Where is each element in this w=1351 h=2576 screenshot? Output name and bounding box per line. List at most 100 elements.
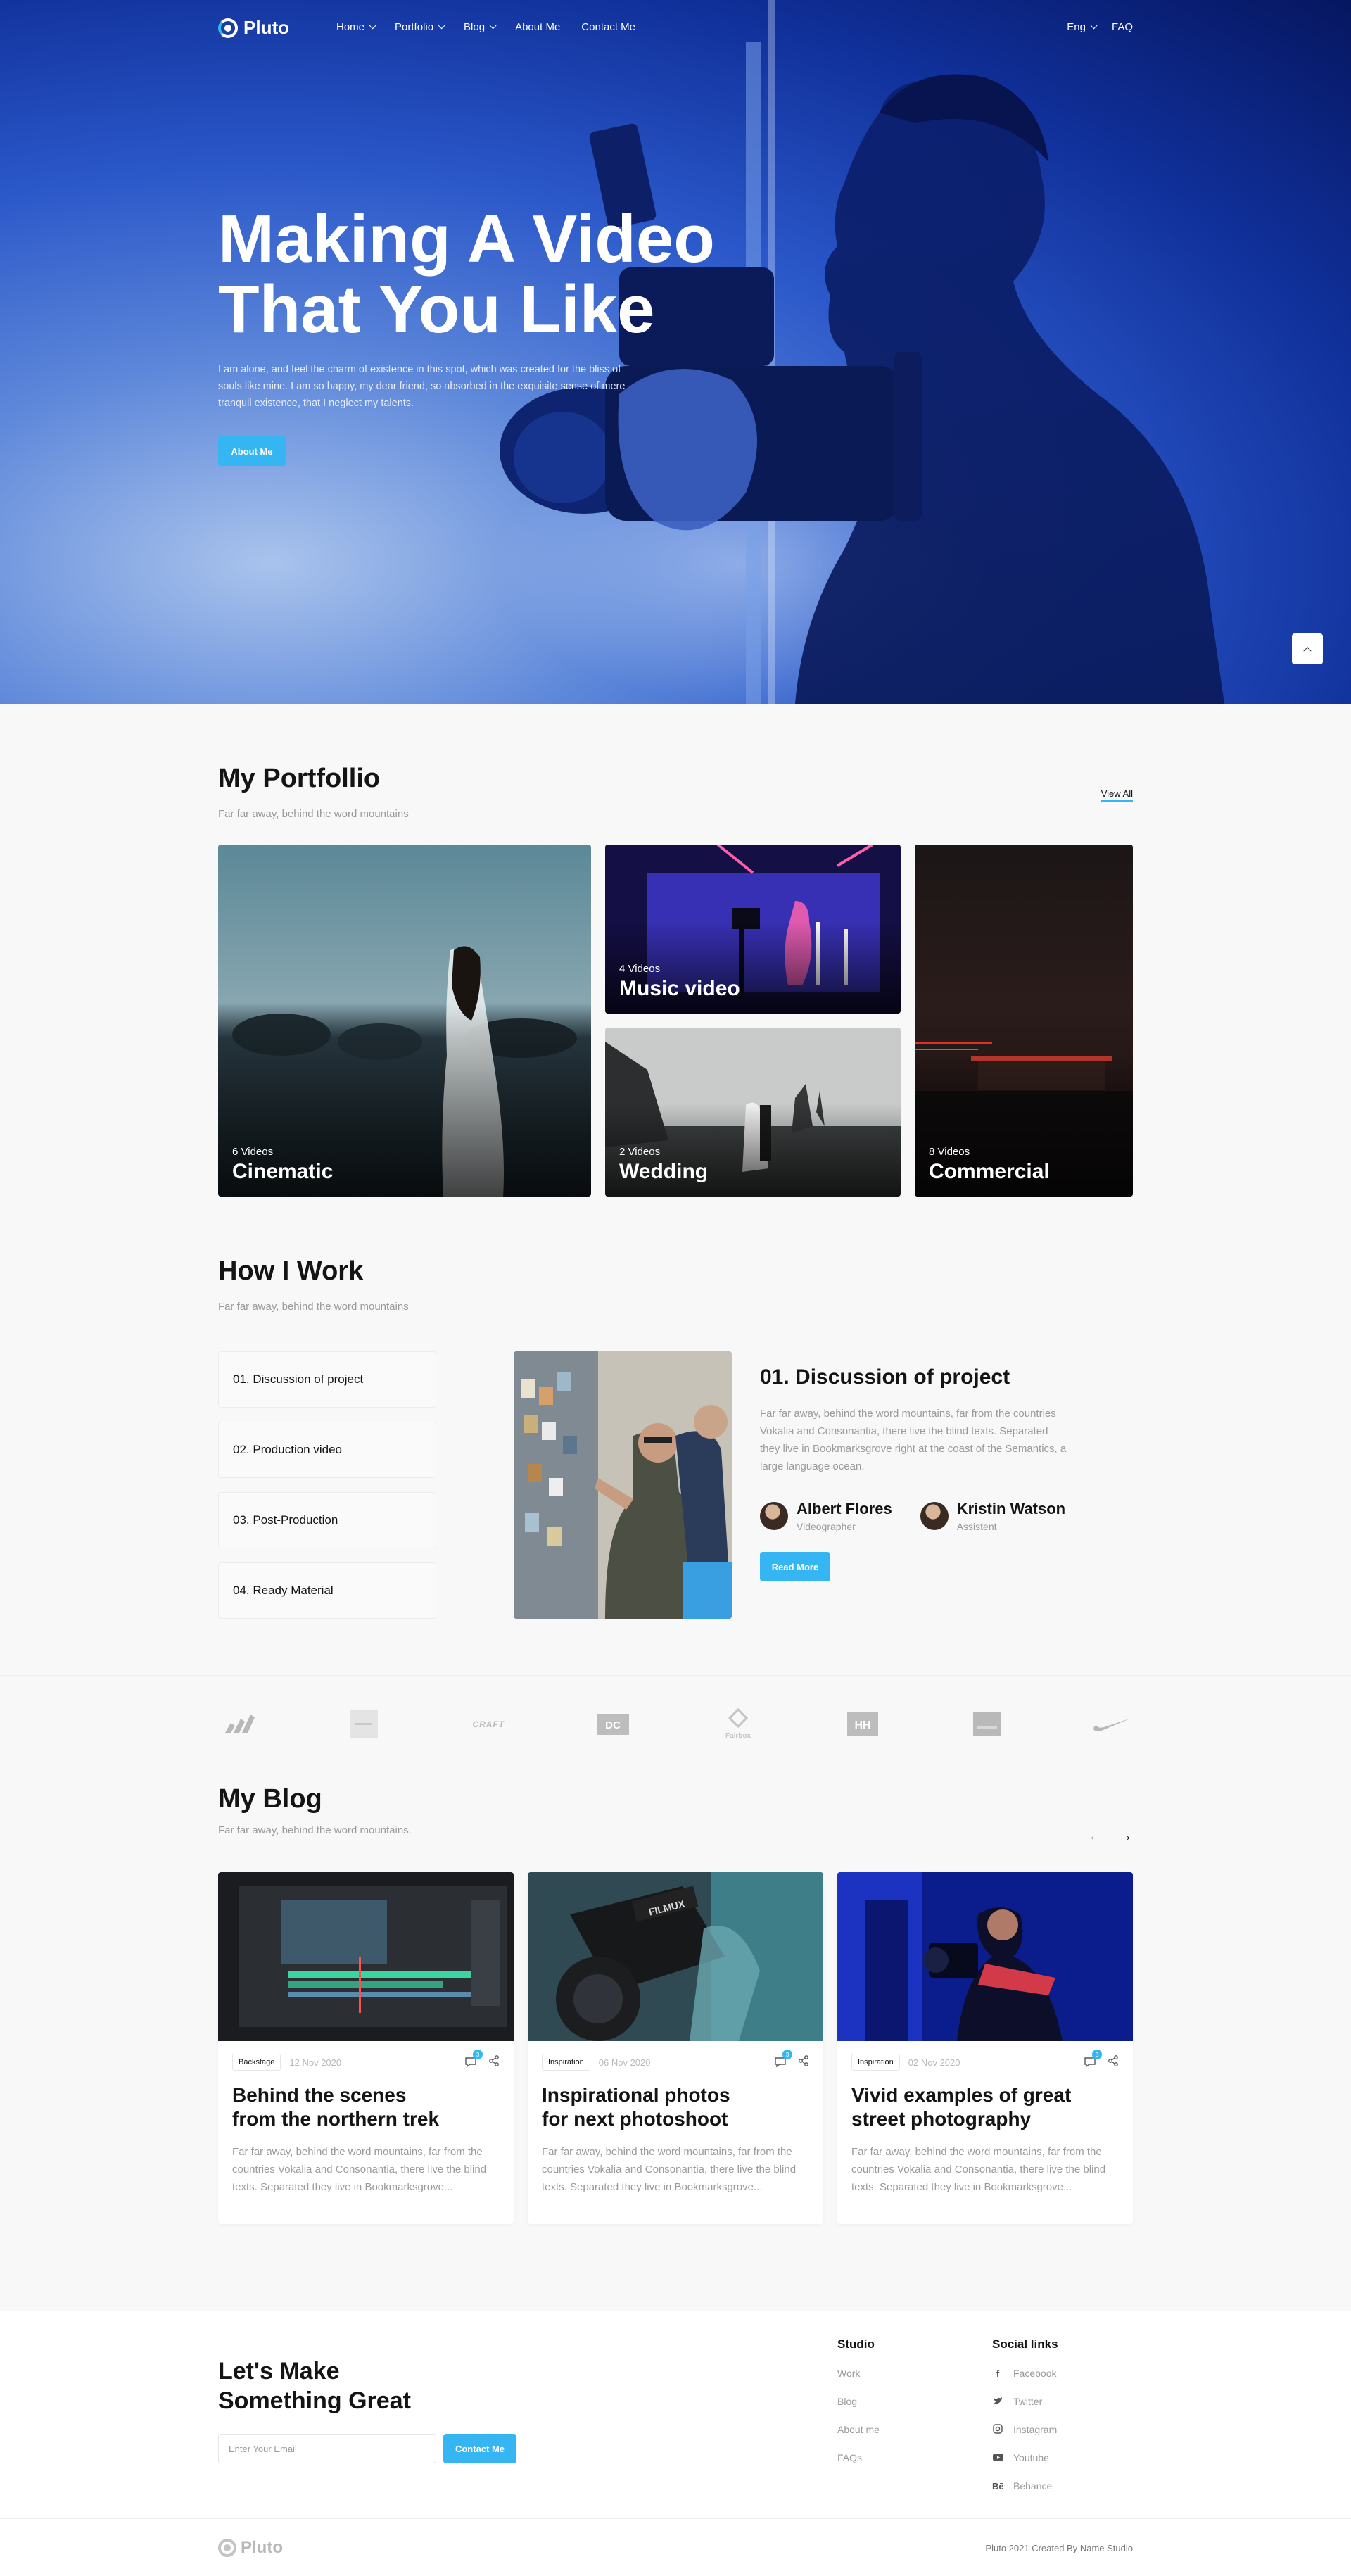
arrow-right-icon[interactable]: → [1117, 1826, 1133, 1845]
social-link-facebook[interactable]: f Facebook [992, 2367, 1058, 2380]
scroll-to-top-button[interactable] [1292, 633, 1323, 664]
social-heading: Social links [992, 2337, 1058, 2351]
post-title-line2: for next photoshoot [542, 2108, 728, 2130]
post-image [218, 1872, 514, 2041]
nav-item-blog[interactable]: Blog [464, 21, 497, 33]
copyright-text: Pluto 2021 Created By Name Studio [985, 2543, 1133, 2553]
social-link-twitter[interactable]: Twitter [992, 2395, 1058, 2408]
divider [0, 2518, 1351, 2519]
footer-logo[interactable]: Pluto [218, 2538, 283, 2558]
logo-icon [218, 18, 238, 38]
footer-link[interactable]: FAQs [837, 2451, 880, 2464]
portfolio-card-music-video[interactable]: 4 Videos Music video [605, 845, 901, 1014]
about-me-button[interactable]: About Me [218, 436, 286, 466]
post-image: FILMUX [528, 1872, 823, 2041]
nav-item-portfolio[interactable]: Portfolio [395, 21, 445, 33]
social-link-label: Twitter [1013, 2396, 1043, 2407]
post-title-line2: from the northern trek [232, 2108, 440, 2130]
nav-item-label: About Me [515, 21, 561, 33]
post-excerpt: Far far away, behind the word mountains,… [851, 2146, 1106, 2193]
post-date: 12 Nov 2020 [289, 2057, 342, 2068]
view-all-link[interactable]: View All [1101, 788, 1133, 802]
share-icon[interactable] [798, 2054, 809, 2070]
post-meta: Inspiration 02 Nov 2020 3 [851, 2050, 1119, 2073]
discussion-photo [514, 1351, 732, 1619]
step-item[interactable]: 01. Discussion of project [218, 1351, 436, 1408]
share-icon[interactable] [488, 2054, 500, 2070]
portfolio-card-cinematic[interactable]: 6 Videos Cinematic [218, 845, 591, 1197]
steps-list: 01. Discussion of project 02. Production… [218, 1351, 436, 1633]
hero-title-line1: Making A Video [218, 201, 715, 277]
nav-item-home[interactable]: Home [336, 21, 376, 33]
post-title[interactable]: Inspirational photos for next photoshoot [542, 2083, 809, 2131]
contact-me-button[interactable]: Contact Me [443, 2434, 516, 2463]
dc-logo: DC [592, 1707, 634, 1742]
post-tag[interactable]: Backstage [232, 2054, 281, 2071]
step-item[interactable]: 03. Post-Production [218, 1492, 436, 1548]
svg-text:DC: DC [606, 1719, 621, 1731]
fairbox-logo: Fairbox [717, 1707, 759, 1742]
chevron-down-icon [1090, 22, 1098, 30]
post-tag[interactable]: Inspiration [851, 2054, 900, 2071]
footer-link[interactable]: Work [837, 2367, 880, 2380]
portfolio-subtitle: Far far away, behind the word mountains [218, 808, 409, 820]
avatar [760, 1502, 788, 1530]
brand-logos: CRAFT DC Fairbox HH [218, 1703, 1133, 1745]
nav-item-about[interactable]: About Me [515, 21, 560, 33]
hero-photo-videographer [500, 0, 1224, 704]
post-actions: 3 [1084, 2050, 1119, 2070]
post-image [837, 1872, 1133, 2041]
blog-post-card[interactable]: Inspiration 02 Nov 2020 3 Vivid examples… [837, 1872, 1133, 2224]
member-name: Albert Flores [797, 1500, 892, 1517]
comment-icon[interactable]: 3 [774, 2050, 792, 2068]
nav-item-label: Contact Me [581, 21, 635, 33]
social-link-behance[interactable]: Bē Behance [992, 2480, 1058, 2492]
post-excerpt: Far far away, behind the word mountains,… [232, 2146, 487, 2193]
post-tag[interactable]: Inspiration [542, 2054, 590, 2071]
post-date: 06 Nov 2020 [598, 2057, 651, 2068]
adidas-logo [218, 1707, 260, 1742]
site-logo[interactable]: Pluto [218, 17, 289, 39]
social-link-label: Instagram [1013, 2424, 1058, 2435]
post-title[interactable]: Behind the scenes from the northern trek [232, 2083, 500, 2131]
footer-link[interactable]: About me [837, 2423, 880, 2436]
social-link-label: Youtube [1013, 2452, 1049, 2463]
language-selector[interactable]: Eng [1067, 21, 1098, 33]
hero-title-line2: That You Like [218, 272, 655, 347]
arrow-left-icon[interactable]: ← [1088, 1826, 1103, 1845]
share-icon[interactable] [1108, 2054, 1119, 2070]
hero-title: Making A Video That You Like [218, 204, 781, 345]
brand-logo-7 [966, 1707, 1008, 1742]
comment-count: 3 [473, 2050, 483, 2059]
card-title: Music video [619, 977, 740, 1000]
nav-right: Eng FAQ [1067, 21, 1133, 33]
team-member: Albert Flores Videographer [760, 1500, 892, 1532]
portfolio-card-wedding[interactable]: 2 Videos Wedding [605, 1028, 901, 1197]
hero-description: I am alone, and feel the charm of existe… [218, 364, 626, 409]
nav-item-contact[interactable]: Contact Me [581, 21, 635, 33]
read-more-button[interactable]: Read More [760, 1552, 830, 1581]
card-video-count: 4 Videos [619, 963, 661, 975]
footer-link[interactable]: Blog [837, 2395, 880, 2408]
blog-section: My Blog Far far away, behind the word mo… [218, 1784, 1133, 2224]
comment-icon[interactable]: 3 [1084, 2050, 1102, 2068]
blog-post-card[interactable]: Backstage 12 Nov 2020 3 Behind the scene… [218, 1872, 514, 2224]
post-meta: Backstage 12 Nov 2020 3 [232, 2050, 500, 2073]
post-actions: 3 [774, 2050, 809, 2070]
post-title-line1: Inspirational photos [542, 2084, 730, 2106]
social-link-instagram[interactable]: Instagram [992, 2423, 1058, 2436]
comment-icon[interactable]: 3 [464, 2050, 483, 2068]
card-video-count: 6 Videos [232, 1146, 274, 1158]
social-link-label: Behance [1013, 2480, 1053, 2492]
post-title[interactable]: Vivid examples of great street photograph… [851, 2083, 1119, 2131]
nav-item-faq[interactable]: FAQ [1112, 21, 1133, 33]
email-field[interactable] [218, 2434, 436, 2463]
step-item[interactable]: 02. Production video [218, 1422, 436, 1478]
footer-title-line1: Let's Make [218, 2358, 340, 2385]
social-link-youtube[interactable]: Youtube [992, 2451, 1058, 2464]
step-item[interactable]: 04. Ready Material [218, 1562, 436, 1619]
portfolio-card-commercial[interactable]: 8 Videos Commercial [915, 845, 1133, 1197]
blog-post-card[interactable]: FILMUX Inspiration 06 Nov 2020 3 Inspira… [528, 1872, 823, 2224]
post-excerpt: Far far away, behind the word mountains,… [542, 2146, 797, 2193]
avatar [920, 1502, 949, 1530]
